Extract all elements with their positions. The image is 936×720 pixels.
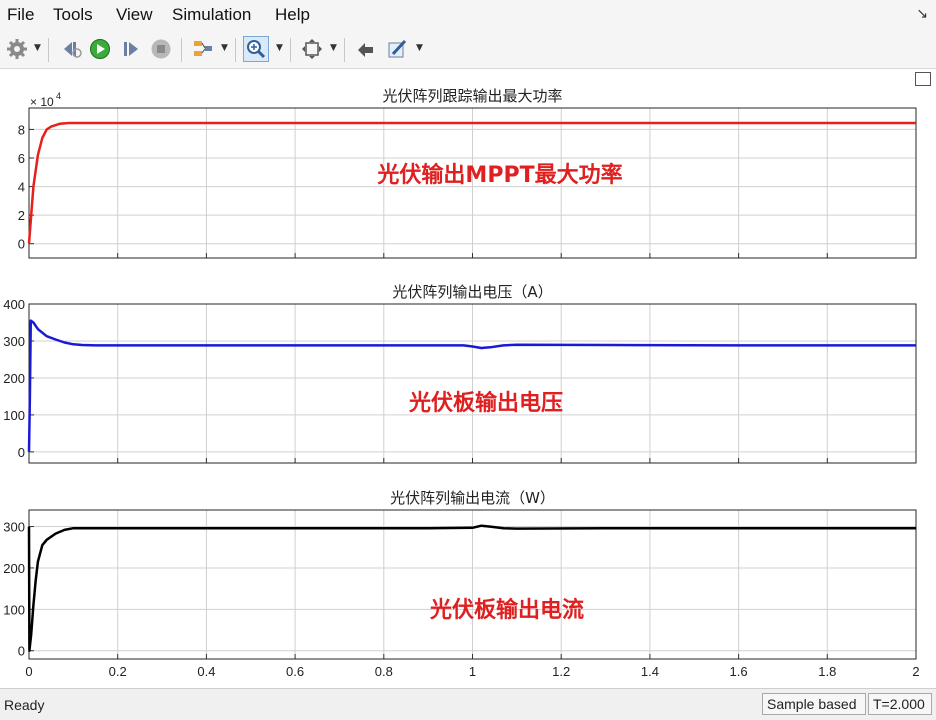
x-tick-label: 0.8 — [375, 664, 393, 679]
y-tick-label: 2 — [18, 208, 25, 223]
scope-axes-svg: 02468光伏阵列跟踪输出最大功率× 10 4光伏输出MPPT最大功率010020… — [3, 87, 919, 679]
y-tick-label: 4 — [18, 180, 25, 195]
y-tick-label: 6 — [18, 151, 25, 166]
gear-dropdown-icon[interactable]: ▼ — [34, 43, 42, 53]
sample-mode-indicator: Sample based — [762, 693, 866, 715]
y-tick-label: 200 — [3, 561, 25, 576]
zoom-icon[interactable] — [243, 36, 269, 62]
sim-time-indicator: T=2.000 — [868, 693, 932, 715]
menu-view[interactable]: View — [116, 5, 153, 25]
toolbar-separator — [235, 38, 236, 62]
x-tick-label: 2 — [912, 664, 919, 679]
y-tick-label: 0 — [18, 237, 25, 252]
x-tick-label: 1.8 — [818, 664, 836, 679]
y-tick-label: 0 — [18, 445, 25, 460]
fit-to-view-icon[interactable] — [299, 36, 325, 62]
highlight-block-icon[interactable] — [353, 36, 379, 62]
expand-legend-icon[interactable] — [915, 72, 931, 86]
x-tick-label: 0 — [25, 664, 32, 679]
zoom-dropdown-icon[interactable]: ▼ — [276, 43, 284, 53]
dock-arrow-icon[interactable]: ↘ — [916, 6, 928, 22]
y-exponent-label: × 10 — [30, 95, 54, 109]
axes-title: 光伏阵列输出电压（A） — [392, 283, 552, 301]
fit-dropdown-icon[interactable]: ▼ — [330, 43, 338, 53]
scope-plot-area: 0 2 4 6 8 光伏阵列跟踪输出最大功率 × 10 4 光伏输出MPPT最大功率 0 100 20… — [0, 69, 936, 688]
x-tick-label: 0.4 — [197, 664, 215, 679]
signal-selector-dropdown-icon[interactable]: ▼ — [221, 43, 229, 53]
signal-selector-icon[interactable] — [190, 36, 216, 62]
axes-title: 光伏阵列输出电流（W） — [390, 489, 555, 507]
chart-annotation: 光伏板输出电流 — [429, 597, 584, 623]
y-tick-label: 300 — [3, 334, 25, 349]
y-exponent-power: 4 — [56, 91, 61, 101]
y-tick-label: 8 — [18, 122, 25, 137]
y-tick-label: 100 — [3, 602, 25, 617]
axes-title: 光伏阵列跟踪输出最大功率 — [382, 87, 562, 105]
toolbar-separator — [290, 38, 291, 62]
y-tick-label: 0 — [18, 644, 25, 659]
style-dropdown-icon[interactable]: ▼ — [416, 43, 424, 53]
menu-bar: File Tools View Simulation Help ↘ — [0, 0, 936, 30]
toolbar-separator — [48, 38, 49, 62]
y-tick-label: 100 — [3, 408, 25, 423]
x-tick-label: 1 — [469, 664, 476, 679]
chart-annotation: 光伏输出MPPT最大功率 — [376, 162, 622, 188]
status-ready-text: Ready — [4, 697, 45, 713]
gear-icon[interactable] — [4, 36, 30, 62]
y-tick-label: 300 — [3, 520, 25, 535]
y-tick-label: 400 — [3, 297, 25, 312]
x-tick-label: 1.2 — [552, 664, 570, 679]
toolbar-separator — [181, 38, 182, 62]
menu-tools[interactable]: Tools — [53, 5, 93, 25]
run-icon[interactable] — [87, 36, 113, 62]
step-back-icon[interactable] — [58, 36, 84, 62]
menu-file[interactable]: File — [7, 5, 34, 25]
y-tick-label: 200 — [3, 371, 25, 386]
menu-help[interactable]: Help — [275, 5, 310, 25]
menu-simulation[interactable]: Simulation — [172, 5, 251, 25]
toolbar-separator — [344, 38, 345, 62]
status-bar: Ready Sample based T=2.000 — [0, 688, 936, 720]
x-tick-label: 1.6 — [730, 664, 748, 679]
x-tick-label: 1.4 — [641, 664, 659, 679]
stop-icon[interactable] — [148, 36, 174, 62]
x-tick-label: 0.2 — [109, 664, 127, 679]
chart-annotation: 光伏板输出电压 — [408, 390, 563, 416]
step-forward-icon[interactable] — [118, 36, 144, 62]
toolbar: ▼ ▼ ▼ ▼ ▼ — [0, 30, 936, 69]
x-tick-label: 0.6 — [286, 664, 304, 679]
style-pen-icon[interactable] — [384, 36, 410, 62]
